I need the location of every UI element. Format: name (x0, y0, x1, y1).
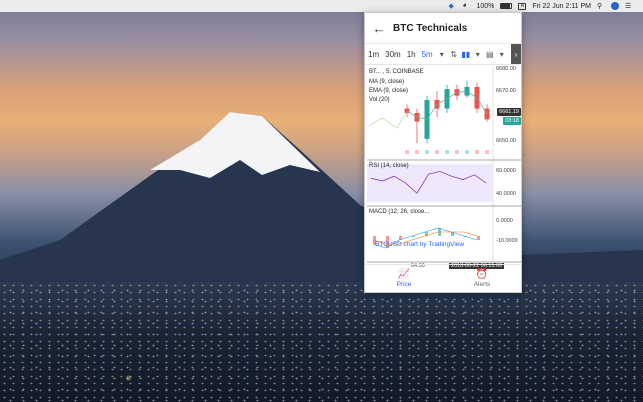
volume-bar (425, 150, 429, 154)
volume-bar (485, 150, 489, 154)
timeframe-1h[interactable]: 1h (404, 50, 419, 59)
macd-axis-low: -10.0000 (496, 238, 518, 244)
btc-technicals-window: ← BTC Technicals 1m 30m 1h 5m ▾ ⇅ ▮▮ ▾ ▤… (364, 12, 522, 293)
volume-bar (455, 150, 459, 154)
volume-bar (405, 150, 409, 154)
alarm-clock-icon: ⏰ (475, 268, 489, 280)
input-source-icon[interactable]: A (518, 2, 527, 10)
siri-icon[interactable] (611, 2, 619, 10)
countdown-tag: 03:18 (503, 117, 521, 125)
tradingview-watermark[interactable]: BTCUSD chart by TradingView (375, 241, 464, 248)
last-price-tag: 6661.19 (497, 108, 521, 116)
macd-axis-top: 0.0000 (496, 218, 513, 224)
symbol-label[interactable]: BT... , 5, COINBASE (369, 69, 424, 75)
nav-price-label: Price (396, 280, 412, 288)
battery-icon[interactable] (500, 3, 513, 9)
menu-list-icon[interactable]: ☰ (625, 2, 633, 10)
price-axis-mid: 6670.00 (496, 88, 516, 94)
vol-label[interactable]: Vol (20) (369, 97, 390, 103)
macd-label[interactable]: MACD (12, 26, close... (369, 209, 429, 215)
bottom-nav: 📈 Price ⏰ Alerts (365, 264, 521, 292)
volume-bar (445, 150, 449, 154)
back-arrow-icon[interactable]: ← (365, 13, 393, 43)
app-header: ← BTC Technicals (365, 13, 521, 44)
dropbox-icon[interactable]: ◆ (448, 2, 456, 10)
more-dropdown-icon[interactable]: ▾ (496, 48, 508, 60)
rsi-axis-top: 60.0000 (496, 168, 516, 174)
rsi-label[interactable]: RSI (14, close) (369, 163, 409, 169)
page-title: BTC Technicals (393, 22, 468, 34)
nav-alerts[interactable]: ⏰ Alerts (443, 265, 521, 292)
interval-dropdown-icon[interactable]: ▾ (436, 48, 448, 60)
nav-price[interactable]: 📈 Price (365, 265, 443, 292)
nav-alerts-label: Alerts (473, 280, 491, 288)
macd-histogram-bar (477, 236, 480, 240)
city-lights (0, 282, 643, 402)
volume-bar (465, 150, 469, 154)
ema-label[interactable]: EMA (9, close) (369, 88, 408, 94)
rsi-axis-low: 40.0000 (496, 191, 516, 197)
chart-area[interactable]: BT... , 5, COINBASE MA (9, close) EMA (9… (367, 66, 521, 272)
indicators-icon[interactable]: ▤ (484, 48, 496, 60)
clock[interactable]: Fri 22 Jun 2:11 PM (532, 3, 591, 10)
toolbar-next-icon[interactable]: › (511, 44, 521, 64)
volume-bar (435, 150, 439, 154)
volume-bar (475, 150, 479, 154)
chart-icon: 📈 (397, 268, 411, 280)
timeframe-1m[interactable]: 1m (365, 50, 382, 59)
search-icon[interactable]: ⚲ (597, 2, 605, 10)
compare-icon[interactable]: ⇅ (448, 48, 460, 60)
candles-style-icon[interactable]: ▮▮ (460, 48, 472, 60)
ma-label[interactable]: MA (9, close) (369, 79, 404, 85)
style-dropdown-icon[interactable]: ▾ (472, 48, 484, 60)
menu-bar: ◆ ◕ 100% A Fri 22 Jun 2:11 PM ⚲ ☰ (0, 0, 643, 12)
wifi-icon[interactable]: ◕ (462, 2, 470, 10)
price-axis-low: 6650.00 (496, 138, 516, 144)
price-axis-top: 6680.00 (496, 66, 516, 72)
volume-bar (415, 150, 419, 154)
battery-percent: 100% (476, 2, 495, 10)
timeframe-5m[interactable]: 5m (419, 50, 436, 59)
chart-toolbar: 1m 30m 1h 5m ▾ ⇅ ▮▮ ▾ ▤ ▾ › (365, 44, 521, 65)
timeframe-30m[interactable]: 30m (382, 50, 404, 59)
